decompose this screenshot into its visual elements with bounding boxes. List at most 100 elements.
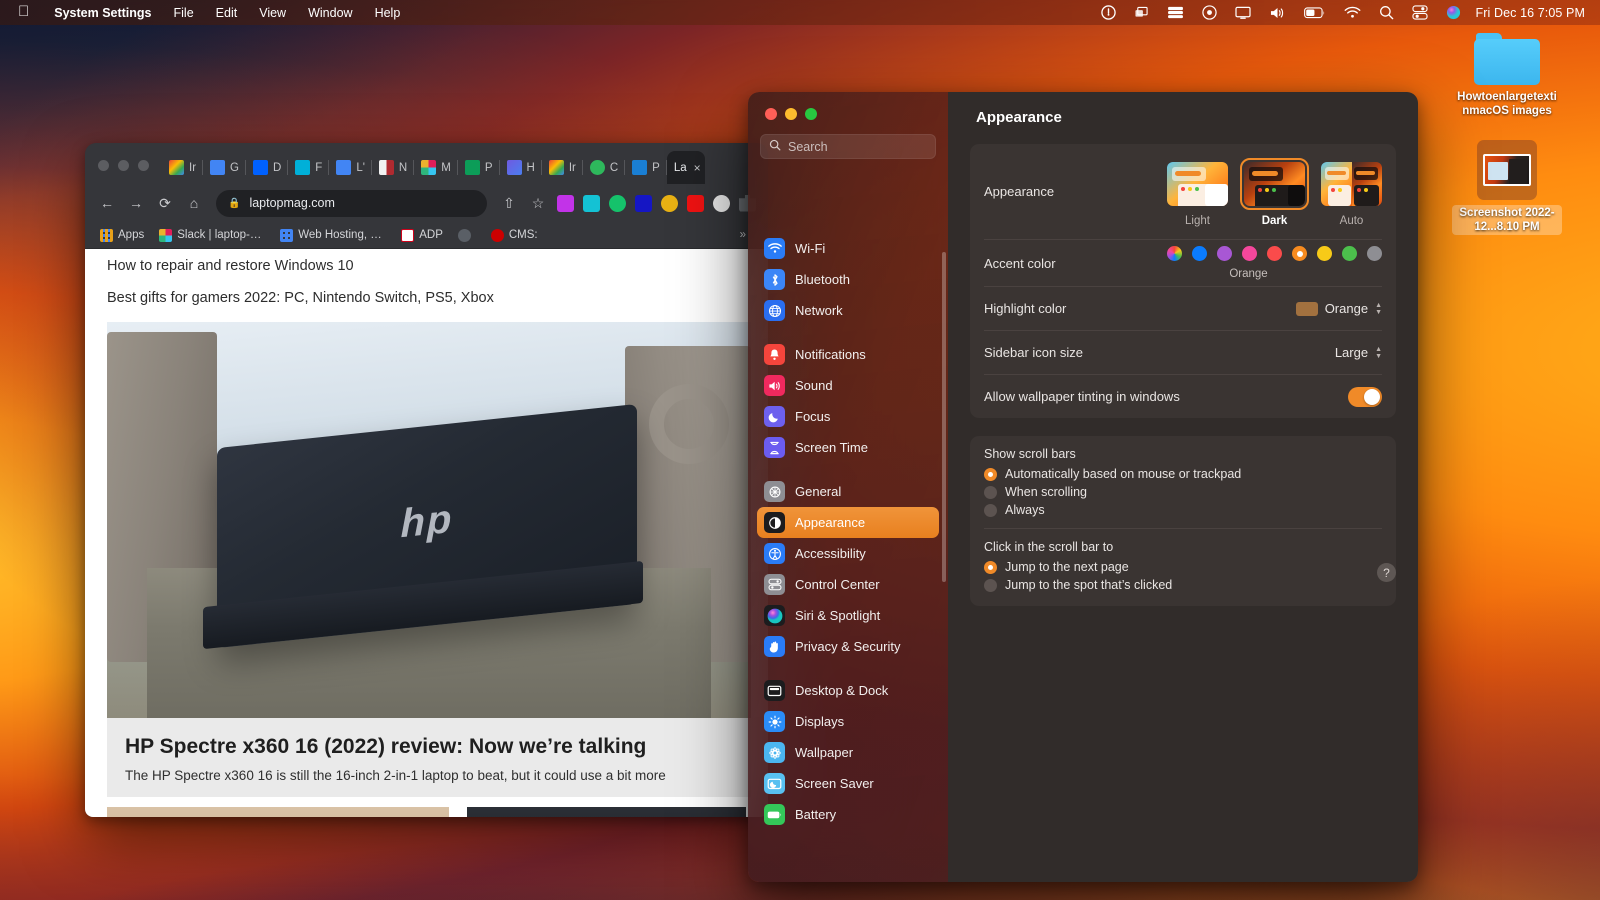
highlight-color-popup[interactable]: Orange ▲ ▼ — [1295, 301, 1382, 316]
radio-button[interactable] — [984, 503, 997, 517]
sidebar-item-siri-spotlight[interactable]: Siri & Spotlight — [757, 600, 939, 631]
scroll-click-option-next-page[interactable]: Jump to the next page — [984, 558, 1382, 576]
tag-extension-icon[interactable] — [687, 194, 704, 212]
sidebar-item-wallpaper[interactable]: Wallpaper — [757, 737, 939, 768]
menu-item-edit[interactable]: Edit — [205, 4, 249, 22]
browser-tab[interactable]: P — [458, 151, 500, 184]
sidebar-icon-size-popup[interactable]: Large ▲ ▼ — [1335, 345, 1382, 360]
accent-swatch-multicolor[interactable] — [1167, 246, 1182, 261]
back-button[interactable]: ← — [94, 190, 120, 216]
browser-tab[interactable]: L' — [329, 151, 372, 184]
sidebar-item-screen-saver[interactable]: Screen Saver — [757, 768, 939, 799]
article-title[interactable]: HP Spectre x360 16 (2022) review: Now we… — [125, 734, 733, 759]
accent-swatch-pink[interactable] — [1242, 246, 1257, 261]
home-button[interactable]: ⌂ — [181, 190, 207, 216]
menu-item-app[interactable]: System Settings — [43, 4, 162, 22]
bookmark-star-button[interactable]: ☆ — [525, 190, 551, 216]
wallpaper-tinting-toggle[interactable] — [1348, 386, 1382, 407]
volume-icon[interactable] — [1269, 6, 1286, 20]
screen-mirroring-icon[interactable] — [1134, 6, 1149, 19]
settings-search-field[interactable]: Search — [760, 134, 936, 159]
sidebar-item-displays[interactable]: Displays — [757, 706, 939, 737]
accent-swatch-graphite[interactable] — [1367, 246, 1382, 261]
sidebar-item-screen-time[interactable]: Screen Time — [757, 432, 939, 463]
menubar-clock[interactable]: Fri Dec 16 7:05 PM — [1476, 6, 1585, 20]
forward-button[interactable]: → — [123, 190, 149, 216]
bookmark-item[interactable]: Web Hosting, Do... — [274, 227, 392, 244]
page-headline[interactable]: How to repair and restore Windows 10 — [85, 249, 768, 274]
sidebar-item-focus[interactable]: Focus — [757, 401, 939, 432]
chevron-updown-icon[interactable]: ▲ ▼ — [1375, 302, 1382, 316]
desktop-icon-screenshot[interactable]: Screenshot 2022-12...8.10 PM — [1452, 140, 1562, 235]
browser-tab-active[interactable]: La × — [666, 151, 705, 184]
sidebar-item-privacy-security[interactable]: Privacy & Security — [757, 631, 939, 662]
menu-item-help[interactable]: Help — [364, 4, 412, 22]
radio-button[interactable] — [984, 560, 997, 574]
minimize-button[interactable] — [785, 108, 797, 120]
chrome-browser-window[interactable]: Ir G D F L' N M P H Ir C P La × ← → ⟳ ⌂ 🔒… — [85, 143, 768, 817]
theme-option-dark[interactable]: Dark — [1240, 158, 1309, 227]
display-icon[interactable] — [1234, 6, 1251, 20]
accent-swatch-purple[interactable] — [1217, 246, 1232, 261]
sidebar-item-accessibility[interactable]: Accessibility — [757, 538, 939, 569]
thumbnail-left[interactable] — [107, 807, 450, 817]
sidebar-item-bluetooth[interactable]: Bluetooth — [757, 264, 939, 295]
page-headline[interactable]: Best gifts for gamers 2022: PC, Nintendo… — [85, 274, 768, 306]
browser-tab[interactable]: C — [583, 151, 626, 184]
minimize-button[interactable] — [118, 160, 129, 171]
browser-tab[interactable]: N — [372, 151, 415, 184]
maximize-button[interactable] — [138, 160, 149, 171]
bookmark-item[interactable]: ADP — [395, 227, 449, 244]
browser-tab[interactable]: D — [246, 151, 289, 184]
sidebar-item-battery[interactable]: Battery — [757, 799, 939, 830]
radio-button[interactable] — [984, 485, 997, 499]
bookmark-item[interactable]: Apps — [94, 227, 150, 244]
sidebar-item-control-center[interactable]: Control Center — [757, 569, 939, 600]
close-button[interactable] — [765, 108, 777, 120]
honey-extension-icon[interactable] — [661, 194, 678, 212]
settings-traffic-lights[interactable] — [748, 92, 948, 120]
sidebar-item-general[interactable]: General — [757, 476, 939, 507]
accent-swatch-red[interactable] — [1267, 246, 1282, 261]
wifi-icon[interactable] — [1344, 6, 1361, 19]
chevron-updown-icon[interactable]: ▲ ▼ — [1375, 346, 1382, 360]
menu-item-file[interactable]: File — [163, 4, 205, 22]
tab-close-icon[interactable]: × — [694, 161, 701, 175]
radio-button[interactable] — [984, 578, 997, 592]
accent-swatch-blue[interactable] — [1192, 246, 1207, 261]
theme-option-auto[interactable]: Auto — [1321, 162, 1382, 227]
pinterest-extension-icon[interactable] — [635, 194, 652, 212]
sidebar-item-network[interactable]: Network — [757, 295, 939, 326]
grammarly-extension-icon[interactable] — [609, 194, 626, 212]
system-settings-window[interactable]: Search Wi-Fi Bluetooth Network Notificat… — [748, 92, 1418, 882]
sidebar-item-appearance[interactable]: Appearance — [757, 507, 939, 538]
desktop-icon-folder[interactable]: Howtoenlargetexti nmacOS images — [1452, 33, 1562, 118]
theme-option-light[interactable]: Light — [1167, 162, 1228, 227]
radio-button[interactable] — [984, 467, 997, 481]
accent-swatch-yellow[interactable] — [1317, 246, 1332, 261]
address-bar[interactable]: 🔒 laptopmag.com — [216, 189, 487, 217]
bookmark-item[interactable]: Slack | laptop-ma... — [153, 227, 271, 244]
accent-swatch-green[interactable] — [1342, 246, 1357, 261]
sidebar-item-desktop-dock[interactable]: Desktop & Dock — [757, 675, 939, 706]
close-button[interactable] — [98, 160, 109, 171]
browser-tab[interactable]: P — [625, 151, 667, 184]
sidebar-item-sound[interactable]: Sound — [757, 370, 939, 401]
battery-icon[interactable] — [1303, 6, 1326, 19]
window-traffic-lights[interactable] — [98, 160, 149, 184]
thumbnail-right[interactable] — [467, 807, 746, 817]
accent-swatch-orange[interactable] — [1292, 246, 1307, 261]
control-center-icon[interactable] — [1411, 5, 1428, 20]
stacks-icon[interactable] — [1167, 6, 1184, 19]
search-icon[interactable] — [1379, 5, 1394, 20]
browser-tab[interactable]: F — [288, 151, 330, 184]
menu-item-view[interactable]: View — [248, 4, 297, 22]
scroll-click-option-spot-clicked[interactable]: Jump to the spot that’s clicked — [984, 576, 1382, 594]
record-icon[interactable] — [1201, 5, 1217, 20]
sidebar-item-wi-fi[interactable]: Wi-Fi — [757, 233, 939, 264]
browser-tab[interactable]: Ir — [542, 151, 583, 184]
siri-icon[interactable] — [1446, 5, 1461, 20]
browser-tab[interactable]: G — [203, 151, 246, 184]
scroll-bars-option-auto[interactable]: Automatically based on mouse or trackpad — [984, 465, 1382, 483]
evernote-extension-icon[interactable] — [557, 194, 574, 212]
